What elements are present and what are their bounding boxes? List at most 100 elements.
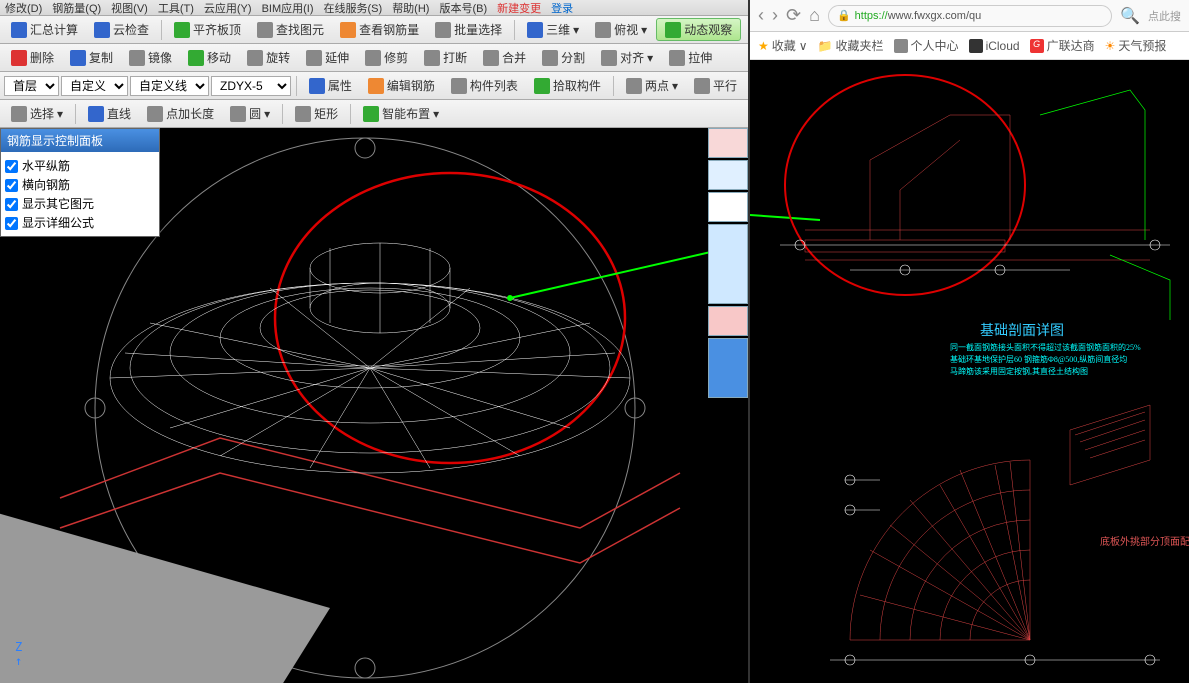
address-bar[interactable]: 🔒 https://www.fwxgx.com/qu (828, 5, 1112, 27)
btn-addpoint[interactable]: 点加长度 (140, 102, 221, 125)
btn-line[interactable]: 直线 (81, 102, 138, 125)
btn-twopoint[interactable]: 两点▾ (619, 74, 685, 97)
btn-orbit[interactable]: 动态观察 (656, 18, 741, 41)
dock-panel-2[interactable] (708, 160, 748, 190)
rebar-display-panel: 钢筋显示控制面板 水平纵筋 横向钢筋 显示其它图元 显示详细公式 (0, 128, 160, 237)
browser-navbar: ‹ › ⟳ ⌂ 🔒 https://www.fwxgx.com/qu 🔍 点此搜 (750, 0, 1189, 32)
copy-icon (70, 50, 86, 66)
menu-online[interactable]: 在线服务(S) (319, 0, 388, 15)
btn-editrebar[interactable]: 编辑钢筋 (361, 74, 442, 97)
btn-viewrebar[interactable]: 查看钢筋量 (333, 18, 426, 41)
reload-button[interactable]: ⟳ (786, 5, 801, 26)
svg-text:基础环基地保护层60 钢箍筋Φ8@500,纵筋间直径均: 基础环基地保护层60 钢箍筋Φ8@500,纵筋间直径均 (950, 354, 1127, 364)
btn-batchsel[interactable]: 批量选择 (428, 18, 509, 41)
btn-circle[interactable]: 圆▾ (223, 102, 277, 125)
dock-panel-5[interactable] (708, 306, 748, 336)
back-button[interactable]: ‹ (758, 5, 764, 26)
btn-merge[interactable]: 合并 (476, 46, 533, 69)
menu-tools[interactable]: 工具(T) (153, 0, 199, 15)
bm-personal[interactable]: 个人中心 (894, 37, 959, 54)
delete-icon (11, 50, 27, 66)
btn-trim[interactable]: 修剪 (358, 46, 415, 69)
btn-rotate[interactable]: 旋转 (240, 46, 297, 69)
btn-find[interactable]: 查找图元 (250, 18, 331, 41)
menu-version[interactable]: 版本号(B) (434, 0, 492, 15)
menu-help[interactable]: 帮助(H) (387, 0, 434, 15)
menu-newchange[interactable]: 新建变更 (492, 0, 546, 15)
weather-icon: ☀ (1105, 39, 1116, 53)
btn-parallel[interactable]: 平行 (687, 74, 744, 97)
chk-other[interactable]: 显示其它图元 (5, 194, 155, 213)
toolbar-edit: 删除 复制 镜像 移动 旋转 延伸 修剪 打断 合并 分割 对齐▾ 拉伸 (0, 44, 748, 72)
btn-rect[interactable]: 矩形 (288, 102, 345, 125)
dock-panel-6[interactable] (708, 338, 748, 398)
viewport-3d[interactable]: 钢筋显示控制面板 水平纵筋 横向钢筋 显示其它图元 显示详细公式 Z↑ (0, 128, 748, 683)
menu-rebar[interactable]: 钢筋量(Q) (47, 0, 106, 15)
dock-panel-1[interactable] (708, 128, 748, 158)
bm-folder[interactable]: 📁收藏夹栏 (818, 37, 884, 54)
menu-modify[interactable]: 修改(D) (0, 0, 47, 15)
dock-panel-3[interactable] (708, 192, 748, 222)
parallel-icon (694, 78, 710, 94)
chk-horizontal[interactable]: 水平纵筋 (5, 156, 155, 175)
toolbar-draw: 选择▾ 直线 点加长度 圆▾ 矩形 智能布置▾ (0, 100, 748, 128)
lock-icon: 🔒 (837, 9, 851, 22)
stretch-icon (669, 50, 685, 66)
menu-bim[interactable]: BIM应用(I) (257, 0, 319, 15)
btn-break[interactable]: 打断 (417, 46, 474, 69)
sel-code[interactable]: ZDYX-5 (211, 76, 291, 96)
btn-calc[interactable]: 汇总计算 (4, 18, 85, 41)
rect-icon (295, 106, 311, 122)
apple-icon (969, 39, 983, 53)
btn-cloud[interactable]: 云检查 (87, 18, 156, 41)
bm-weather[interactable]: ☀天气预报 (1105, 37, 1167, 54)
forward-button[interactable]: › (772, 5, 778, 26)
menu-view[interactable]: 视图(V) (106, 0, 153, 15)
move-icon (188, 50, 204, 66)
line-icon (88, 106, 104, 122)
bm-icloud[interactable]: iCloud (969, 39, 1020, 53)
btn-align[interactable]: 对齐▾ (594, 46, 660, 69)
merge-icon (483, 50, 499, 66)
btn-move[interactable]: 移动 (181, 46, 238, 69)
dock-panel-4[interactable] (708, 224, 748, 304)
btn-stretch[interactable]: 拉伸 (662, 46, 719, 69)
search-hint[interactable]: 点此搜 (1148, 8, 1181, 24)
home-button[interactable]: ⌂ (809, 5, 820, 26)
sel-custom[interactable]: 自定义 (61, 76, 128, 96)
trim-icon (365, 50, 381, 66)
bm-glodon[interactable]: G广联达商 (1030, 37, 1095, 54)
btn-topview[interactable]: 俯视▾ (588, 18, 654, 41)
btn-pick[interactable]: 拾取构件 (527, 74, 608, 97)
btn-extend[interactable]: 延伸 (299, 46, 356, 69)
btn-smartplace[interactable]: 智能布置▾ (356, 102, 446, 125)
sel-customline[interactable]: 自定义线 (130, 76, 209, 96)
btn-mirror[interactable]: 镜像 (122, 46, 179, 69)
list-icon (451, 78, 467, 94)
cursor-icon (11, 106, 27, 122)
cad-drawing-view[interactable]: 基础剖面详图 同一截面钢筋接头面积不得超过该截面钢筋面积的25% 基础环基地保护… (750, 60, 1189, 683)
menu-login[interactable]: 登录 (546, 0, 578, 15)
search-icon[interactable]: 🔍 (1120, 6, 1140, 26)
btn-complist[interactable]: 构件列表 (444, 74, 525, 97)
btn-delete[interactable]: 删除 (4, 46, 61, 69)
sigma-icon (11, 22, 27, 38)
search-icon (257, 22, 273, 38)
break-icon (424, 50, 440, 66)
svg-text:马蹄筋该采用固定按钢,其直径土结构图: 马蹄筋该采用固定按钢,其直径土结构图 (950, 366, 1088, 376)
main-menubar: 修改(D) 钢筋量(Q) 视图(V) 工具(T) 云应用(Y) BIM应用(I)… (0, 0, 748, 16)
btn-copy[interactable]: 复制 (63, 46, 120, 69)
chk-transverse[interactable]: 横向钢筋 (5, 175, 155, 194)
circle-icon (230, 106, 246, 122)
btn-select[interactable]: 选择▾ (4, 102, 70, 125)
btn-split[interactable]: 分割 (535, 46, 592, 69)
menu-cloud[interactable]: 云应用(Y) (199, 0, 257, 15)
btn-flatten[interactable]: 平齐板顶 (167, 18, 248, 41)
chk-formula[interactable]: 显示详细公式 (5, 213, 155, 232)
sel-floor[interactable]: 首层 (4, 76, 59, 96)
rebar-icon (340, 22, 356, 38)
bm-favorite[interactable]: ★收藏∨ (758, 37, 808, 54)
btn-property[interactable]: 属性 (302, 74, 359, 97)
drawing-title: 基础剖面详图 (980, 322, 1064, 339)
btn-3d[interactable]: 三维▾ (520, 18, 586, 41)
